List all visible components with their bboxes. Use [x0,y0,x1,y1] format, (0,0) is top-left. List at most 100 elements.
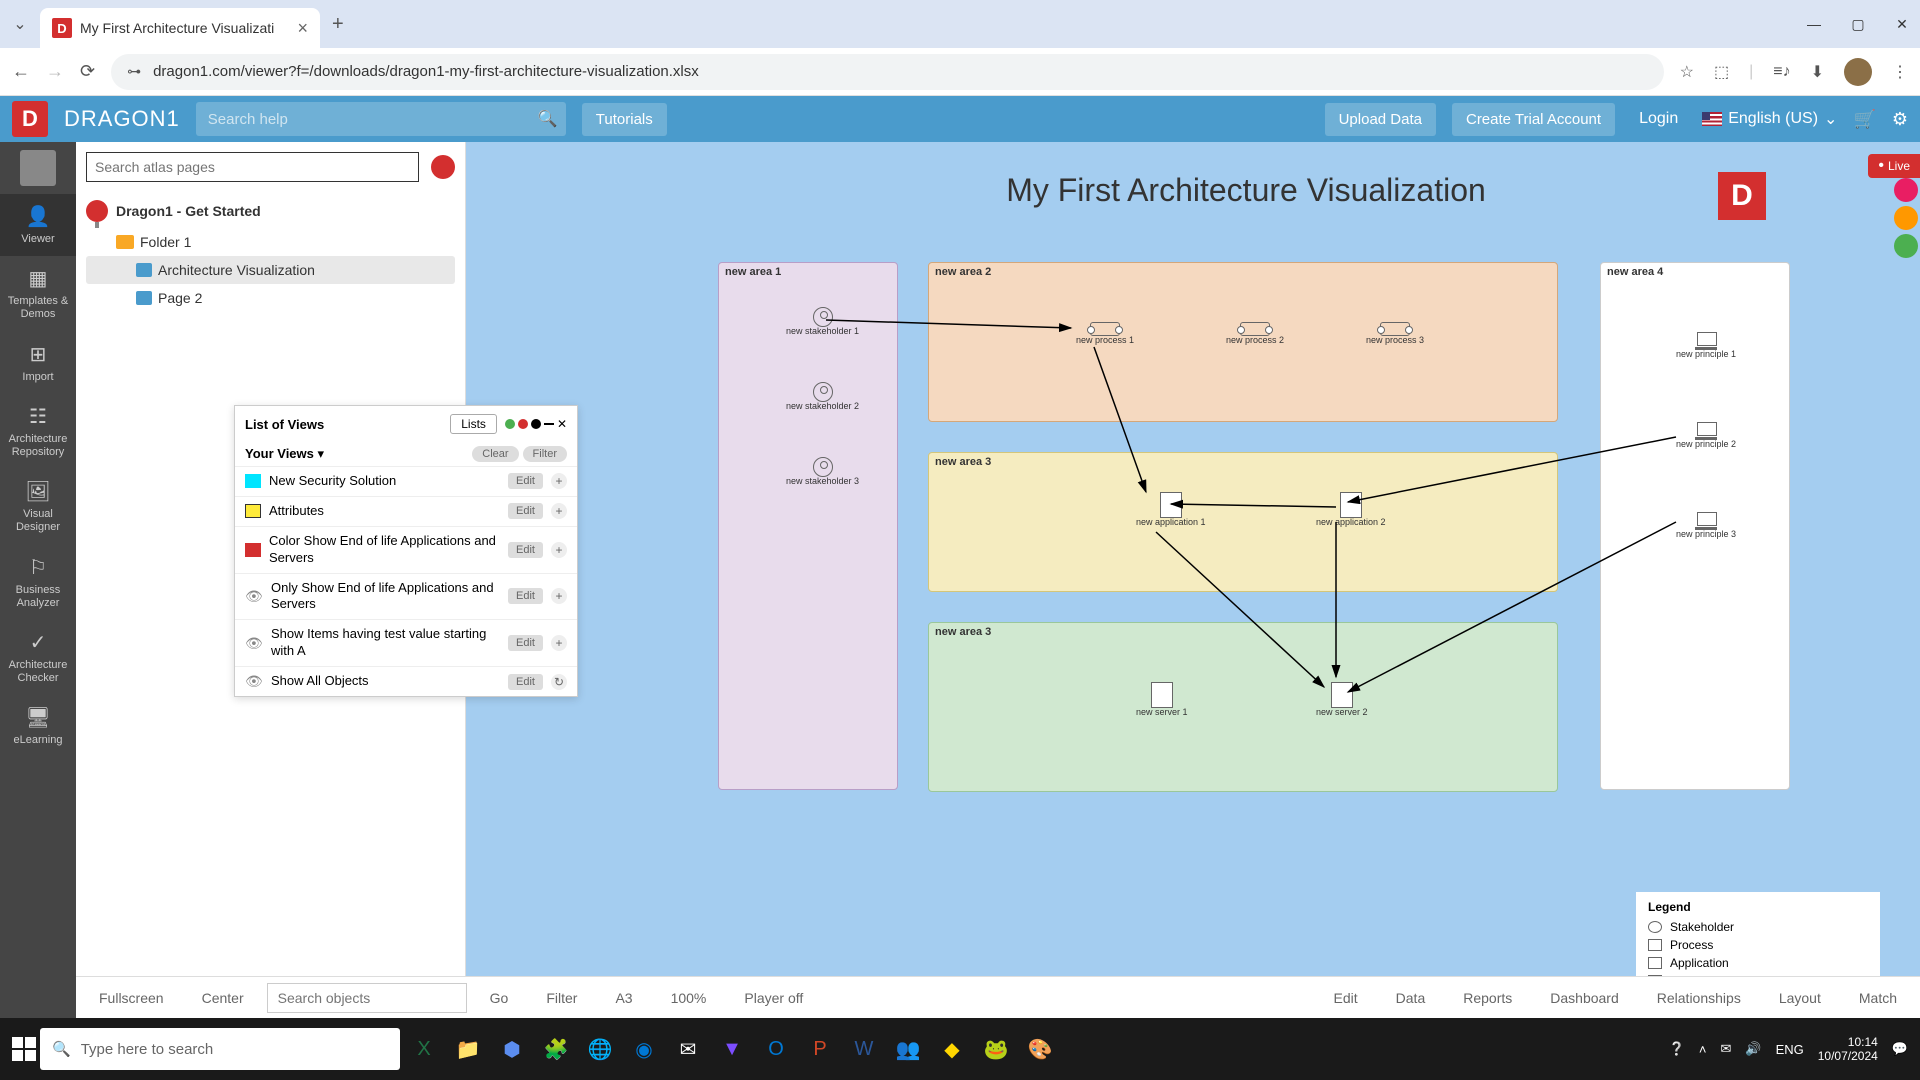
task-teams-icon[interactable]: 👥 [888,1029,928,1069]
start-button[interactable] [12,1037,36,1061]
create-trial-button[interactable]: Create Trial Account [1452,103,1615,136]
app-logo[interactable]: D [12,101,48,137]
task-outlook-icon[interactable]: O [756,1029,796,1069]
node-principle-3[interactable]: new principle 3 [1676,512,1736,540]
taskbar-search[interactable]: 🔍Type here to search [40,1028,400,1070]
task-app-icon[interactable]: 🐸 [976,1029,1016,1069]
edit-button[interactable]: Edit [1319,983,1373,1013]
node-process-3[interactable]: new process 3 [1366,322,1424,346]
task-powerpoint-icon[interactable]: P [800,1029,840,1069]
help-search[interactable]: 🔍 [196,102,566,136]
match-button[interactable]: Match [1844,983,1912,1013]
star-icon[interactable]: ☆ [1680,62,1694,82]
node-stakeholder-1[interactable]: new stakeholder 1 [786,307,859,337]
rail-elearning[interactable]: 🖥eLearning [0,695,76,757]
popup-dot-green[interactable] [505,419,515,429]
node-server-2[interactable]: new server 2 [1316,682,1368,718]
browser-tab[interactable]: D My First Architecture Visualizati × [40,8,320,48]
rail-checker[interactable]: ✓Architecture Checker [0,620,76,695]
center-button[interactable]: Center [187,983,259,1013]
edit-button[interactable]: Edit [508,635,543,651]
task-app-icon[interactable]: 🎨 [1020,1029,1060,1069]
close-window-icon[interactable]: ✕ [1892,16,1912,33]
node-application-1[interactable]: new application 1 [1136,492,1206,528]
tray-mail-icon[interactable]: ✉ [1720,1041,1731,1057]
view-row[interactable]: Color Show End of life Applications and … [235,526,577,573]
task-chrome-icon[interactable]: 🌐 [580,1029,620,1069]
add-icon[interactable]: + [551,542,567,558]
node-stakeholder-2[interactable]: new stakeholder 2 [786,382,859,412]
add-icon[interactable]: + [551,473,567,489]
dashboard-button[interactable]: Dashboard [1535,983,1634,1013]
tree-root[interactable]: Dragon1 - Get Started [86,194,455,228]
help-search-input[interactable] [196,111,530,128]
layout-button[interactable]: Layout [1764,983,1836,1013]
node-process-2[interactable]: new process 2 [1226,322,1284,346]
popup-close-icon[interactable]: ✕ [557,417,567,431]
upload-data-button[interactable]: Upload Data [1325,103,1436,136]
minimize-icon[interactable]: — [1804,16,1824,33]
edit-bubble-icon[interactable] [1894,234,1918,258]
lists-button[interactable]: Lists [450,414,497,434]
add-icon[interactable]: + [551,503,567,519]
forward-icon[interactable]: → [46,61,64,82]
popup-minimize-icon[interactable] [544,423,554,425]
rail-viewer[interactable]: 👤Viewer [0,194,76,256]
back-icon[interactable]: ← [12,61,30,82]
login-button[interactable]: Login [1631,110,1686,128]
comment-bubble-icon[interactable] [1894,206,1918,230]
rail-repository[interactable]: ☷Architecture Repository [0,394,76,469]
edit-button[interactable]: Edit [508,473,543,489]
view-row[interactable]: 👁Show All ObjectsEdit↻ [235,666,577,696]
tree-folder[interactable]: Folder 1 [86,228,455,256]
search-objects-input[interactable] [267,983,467,1013]
task-edge-icon[interactable]: ◉ [624,1029,664,1069]
filter-button[interactable]: Filter [523,446,567,462]
tray-language[interactable]: ENG [1776,1042,1804,1057]
node-process-1[interactable]: new process 1 [1076,322,1134,346]
tree-page-2[interactable]: Page 2 [86,284,455,312]
gear-icon[interactable]: ⚙ [1892,109,1908,130]
kebab-menu-icon[interactable]: ⋮ [1892,62,1908,82]
view-row[interactable]: New Security SolutionEdit+ [235,466,577,496]
tutorials-button[interactable]: Tutorials [582,103,667,136]
rail-import[interactable]: ⊞Import [0,332,76,394]
area-1[interactable]: new area 1 [718,262,898,790]
task-explorer-icon[interactable]: 📁 [448,1029,488,1069]
view-row[interactable]: 👁Show Items having test value starting w… [235,619,577,666]
task-mail-icon[interactable]: ✉ [668,1029,708,1069]
node-stakeholder-3[interactable]: new stakeholder 3 [786,457,859,487]
tray-notifications-icon[interactable]: 💬 [1892,1041,1908,1057]
popup-dot-black[interactable] [531,419,541,429]
edit-button[interactable]: Edit [508,503,543,519]
task-word-icon[interactable]: W [844,1029,884,1069]
diagram-canvas[interactable]: My First Architecture Visualization D ne… [676,152,1816,952]
tray-help-icon[interactable]: ❔ [1669,1041,1685,1057]
task-app-icon[interactable]: 🧩 [536,1029,576,1069]
record-indicator-icon[interactable] [431,155,455,179]
language-selector[interactable]: English (US) ⌄ [1702,109,1837,129]
site-settings-icon[interactable]: ⊶ [127,63,141,80]
close-tab-icon[interactable]: × [297,18,308,39]
maximize-icon[interactable]: ▢ [1848,16,1868,33]
views-popup[interactable]: List of Views Lists ✕ Your Views ▾ Clear… [234,405,578,697]
reload-icon[interactable]: ⟳ [80,61,95,82]
live-badge[interactable]: Live [1868,154,1920,178]
area-3[interactable]: new area 3 [928,452,1558,592]
rail-analyzer[interactable]: ⚐Business Analyzer [0,545,76,620]
rail-designer[interactable]: 🖼Visual Designer [0,469,76,544]
tree-page-arch-viz[interactable]: Architecture Visualization [86,256,455,284]
url-field[interactable]: ⊶ dragon1.com/viewer?f=/downloads/dragon… [111,54,1664,90]
rail-templates[interactable]: ▦Templates & Demos [0,256,76,331]
player-button[interactable]: Player off [729,983,818,1013]
share-bubble-icon[interactable] [1894,178,1918,202]
task-app-icon[interactable]: ◆ [932,1029,972,1069]
tray-volume-icon[interactable]: 🔊 [1745,1041,1761,1057]
extensions-icon[interactable]: ⬚ [1714,62,1729,82]
tray-chevron-icon[interactable]: ˄ [1699,1042,1707,1057]
data-button[interactable]: Data [1381,983,1441,1013]
task-excel-icon[interactable]: X [404,1029,444,1069]
node-principle-1[interactable]: new principle 1 [1676,332,1736,360]
a3-button[interactable]: A3 [600,983,647,1013]
add-icon[interactable]: + [551,588,567,604]
